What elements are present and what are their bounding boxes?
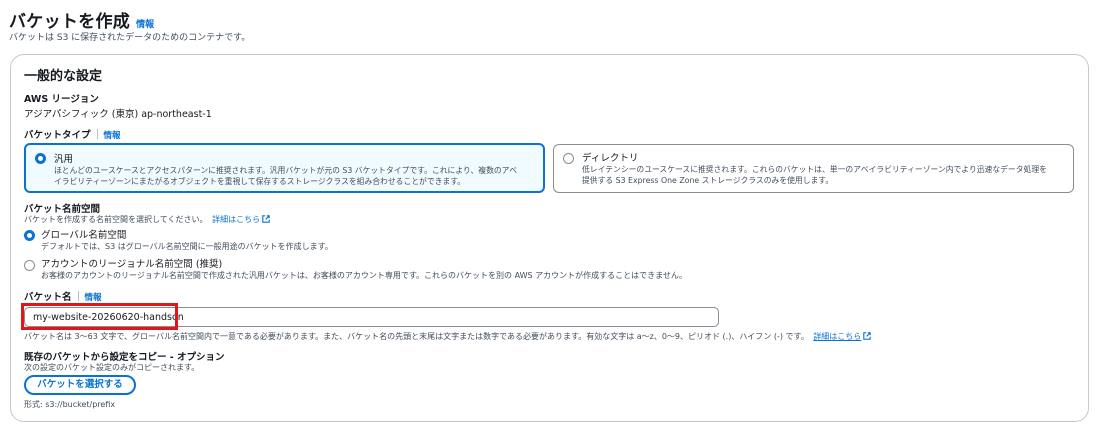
header-info-link[interactable]: 情報 (136, 17, 154, 30)
panel-title: 一般的な設定 (24, 69, 103, 84)
copy-settings-description: 次の設定のバケット設定のみがコピーされます。 (24, 363, 200, 372)
bucket-type-info-link[interactable]: 情報 (104, 131, 121, 141)
bucket-name-label: バケット名 情報 (24, 289, 102, 303)
bucket-type-general-purpose[interactable]: 汎用 ほとんどのユースケースとアクセスパターンに推奨されます。汎用バケットが元の… (24, 143, 545, 193)
page-header: バケットを作成 情報 (9, 7, 154, 32)
bucket-type-description: ほとんどのユースケースとアクセスパターンに推奨されます。汎用バケットが元の S3… (54, 166, 518, 186)
bucket-type-description: 低レイテンシーのユースケースに推奨されます。これらのバケットは、単一のアベイラビ… (582, 165, 1047, 185)
bucket-name-label-text: バケット名 (24, 292, 72, 303)
copy-settings-label: 既存のバケットから設定をコピー - オプション (24, 352, 225, 363)
radio-regional-namespace[interactable] (24, 260, 35, 271)
bucket-type-title: ディレクトリ (582, 153, 639, 164)
bucket-type-title: 汎用 (54, 154, 74, 165)
bucket-type-directory[interactable]: ディレクトリ 低レイテンシーのユースケースに推奨されます。これらのバケットは、単… (553, 144, 1074, 193)
region-value: アジアパシフィック (東京) ap-northeast-1 (24, 109, 212, 120)
external-link-icon (262, 215, 270, 223)
bucket-type-label: バケットタイプ 情報 (24, 127, 121, 141)
label-divider (96, 129, 98, 139)
region-label: AWS リージョン (24, 94, 99, 105)
namespace-desc-text: バケットを作成する名前空間を選択してください。 (24, 215, 208, 224)
highlight-box (21, 303, 178, 330)
namespace-option-title: アカウントのリージョナル名前空間 (推奨) (41, 259, 223, 270)
namespace-learn-more-link[interactable]: 詳細はこちら (212, 215, 260, 224)
namespace-description: バケットを作成する名前空間を選択してください。 詳細はこちら (24, 214, 270, 225)
radio-global-namespace[interactable] (24, 230, 35, 241)
choose-bucket-button[interactable]: バケットを選択する (24, 375, 136, 395)
namespace-option-title: グローバル名前空間 (41, 230, 127, 241)
format-hint: 形式: s3://bucket/prefix (24, 400, 116, 409)
general-settings-panel: 一般的な設定 AWS リージョン アジアパシフィック (東京) ap-north… (10, 54, 1089, 422)
external-link-icon (863, 332, 872, 340)
radio-general-purpose[interactable] (35, 153, 46, 164)
bucket-type-label-text: バケットタイプ (24, 130, 91, 141)
label-divider (77, 291, 79, 301)
radio-directory[interactable] (563, 153, 574, 164)
bucket-name-learn-more-link[interactable]: 詳細はこちら (813, 332, 861, 341)
bucket-name-hint-text: バケット名は 3〜63 文字で、グローバル名前空間内で一意である必要があります。… (24, 332, 809, 341)
bucket-name-hint: バケット名は 3〜63 文字で、グローバル名前空間内で一意である必要があります。… (24, 331, 1074, 342)
namespace-option-description: デフォルトでは、S3 はグローバル名前空間に一般用途のバケットを作成します。 (41, 242, 333, 251)
page-title: バケットを作成 (9, 12, 131, 32)
bucket-name-info-link[interactable]: 情報 (85, 293, 102, 303)
namespace-label: バケット名前空間 (24, 204, 101, 215)
namespace-option-description: お客様のアカウントのリージョナル名前空間で作成された汎用バケットは、お客様のアカ… (41, 271, 687, 280)
page-description: バケットは S3 に保存されたデータのためのコンテナです。 (9, 33, 251, 43)
